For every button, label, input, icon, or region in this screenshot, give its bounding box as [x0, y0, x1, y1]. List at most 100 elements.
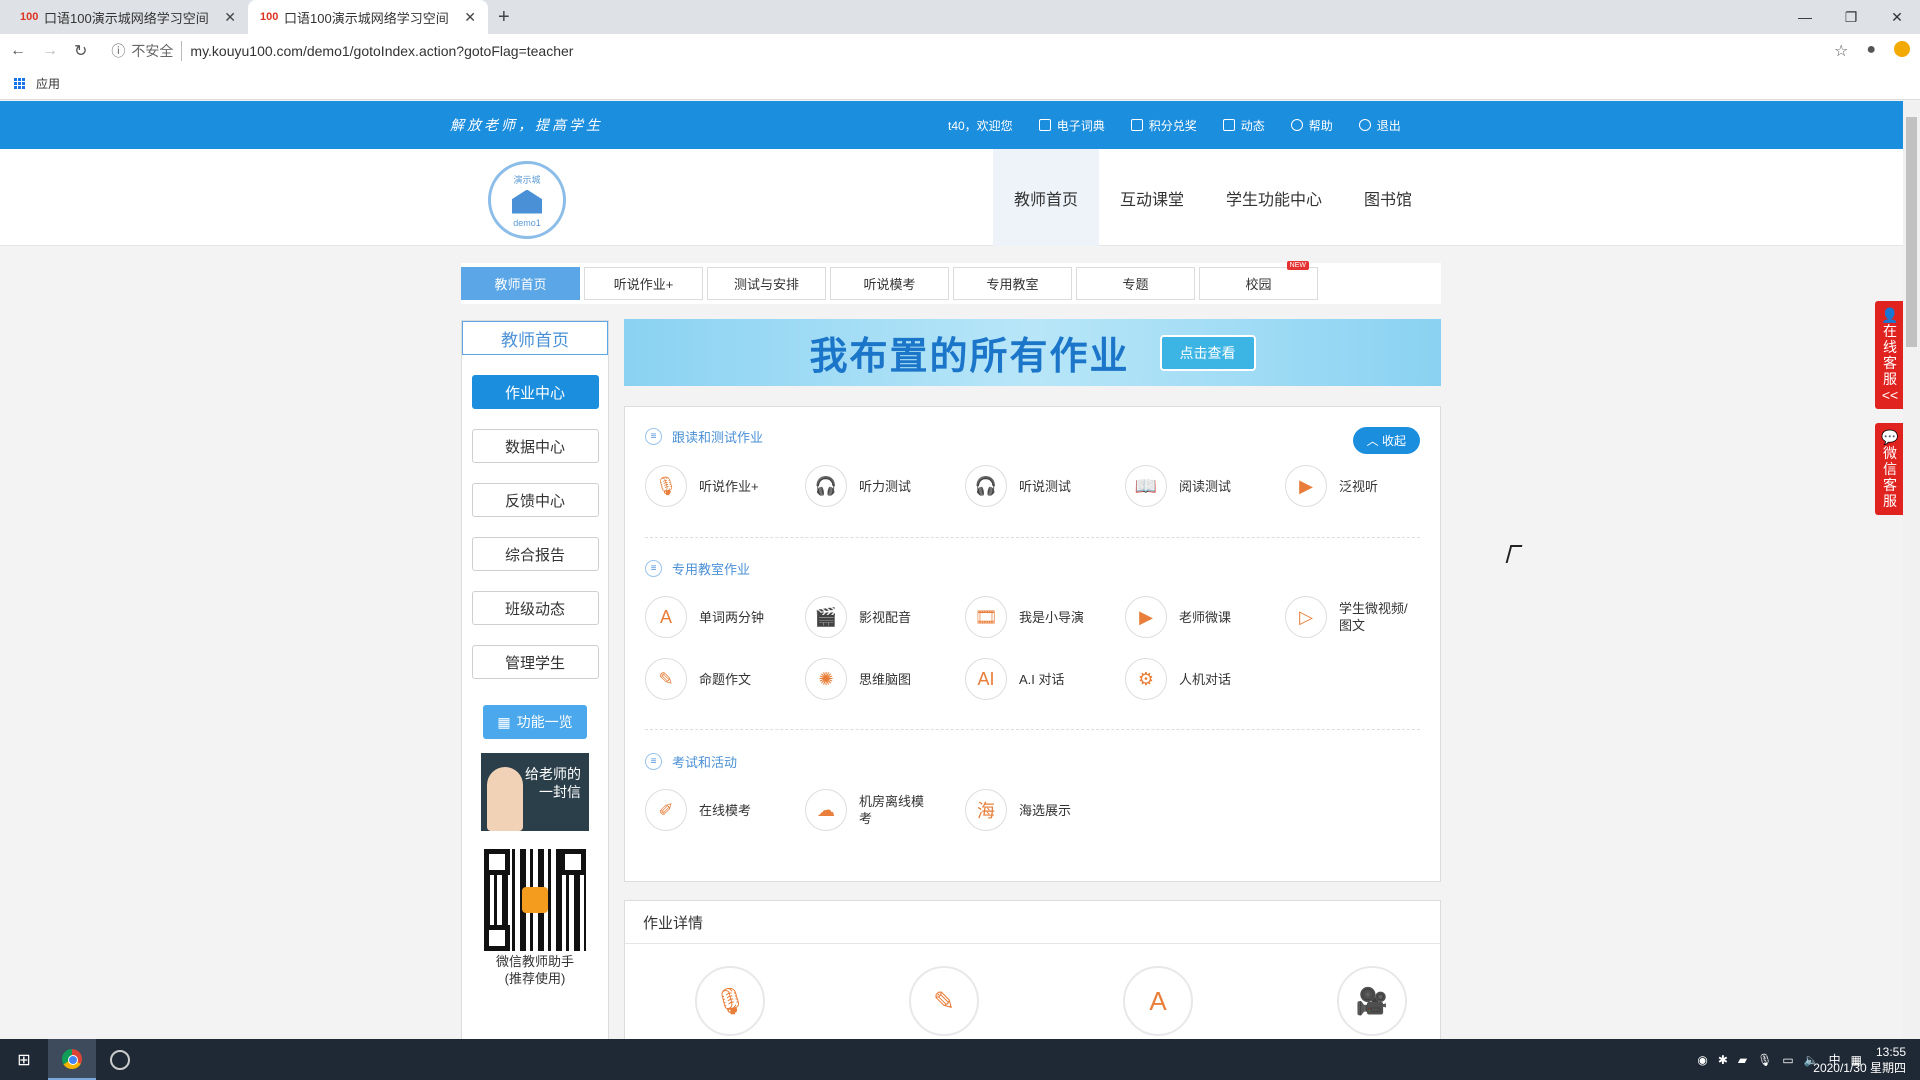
- item-composition[interactable]: ✎ 命题作文: [645, 658, 805, 700]
- school-logo[interactable]: 演示城 demo1: [488, 161, 566, 239]
- sidebar-manage-students[interactable]: 管理学生: [471, 645, 599, 679]
- qr-caption: 微信教师助手 (推荐使用): [495, 954, 574, 986]
- function-overview-button[interactable]: ▦ 功能一览: [483, 705, 587, 739]
- item-listening-test[interactable]: 🎧 听力测试: [805, 465, 965, 507]
- browser-tab-2[interactable]: 100 口语100演示城网络学习空间 ✕: [248, 0, 488, 34]
- new-tab-button[interactable]: +: [498, 6, 510, 29]
- taskbar-obs[interactable]: [96, 1039, 144, 1080]
- section-header: ≡ 考试和活动: [645, 752, 737, 771]
- apps-grid-icon[interactable]: [14, 77, 26, 90]
- scroll-thumb[interactable]: [1906, 117, 1917, 347]
- banner-view-button[interactable]: 点击查看: [1159, 334, 1256, 371]
- function-overview-label: 功能一览: [516, 714, 573, 730]
- collapse-button[interactable]: ︿ 收起: [1352, 427, 1420, 454]
- item-robot-dialogue[interactable]: ⚙ 人机对话: [1125, 658, 1285, 700]
- headset-icon: 🎧: [965, 465, 1007, 507]
- minimize-button[interactable]: —: [1782, 0, 1828, 34]
- item-director[interactable]: 🎞 我是小导演: [965, 596, 1125, 638]
- school-building-icon: [512, 189, 542, 214]
- dictionary-link[interactable]: 电子词典: [1038, 117, 1105, 134]
- reload-icon[interactable]: ↻: [74, 41, 87, 61]
- sidebar-class-news[interactable]: 班级动态: [471, 591, 599, 625]
- nvidia-icon[interactable]: ▰: [1738, 1053, 1747, 1067]
- nav-teacher-home[interactable]: 教师首页: [993, 149, 1100, 246]
- letter-a-icon[interactable]: A: [1123, 966, 1193, 1036]
- item-word-two-minutes[interactable]: A 单词两分钟: [645, 596, 805, 638]
- wechat-service-button[interactable]: 💬 微信客服: [1875, 423, 1905, 515]
- item-reading-test[interactable]: 📖 阅读测试: [1125, 465, 1285, 507]
- homework-row: ✎ 命题作文 ✺ 思维脑图 AI A.I 对话 ⚙ 人机对话: [645, 658, 1285, 700]
- letter-to-teacher-banner[interactable]: 给老师的一封信: [481, 753, 589, 831]
- security-label: 不安全: [131, 41, 183, 61]
- tab-mock-exam[interactable]: 听说模考: [830, 267, 949, 300]
- nav-interactive-class[interactable]: 互动课堂: [1099, 149, 1205, 246]
- bluetooth-icon[interactable]: ✱: [1718, 1053, 1728, 1067]
- network-icon[interactable]: ▭: [1782, 1053, 1793, 1067]
- online-service-button[interactable]: 👤 在线客服 <<: [1875, 301, 1905, 409]
- system-clock[interactable]: 13:55 2020/1/30 星期四: [1813, 1044, 1906, 1076]
- microphone-tray-icon[interactable]: 🎙: [1757, 1053, 1772, 1067]
- omnibox[interactable]: ⓘ 不安全 my.kouyu100.com/demo1/gotoIndex.ac…: [111, 41, 573, 61]
- url-text[interactable]: my.kouyu100.com/demo1/gotoIndex.action?g…: [190, 43, 573, 59]
- news-link[interactable]: 动态: [1222, 117, 1265, 134]
- all-homework-banner[interactable]: 我布置的所有作业 点击查看: [624, 319, 1441, 386]
- edit-icon[interactable]: ✎: [909, 966, 979, 1036]
- microphone-icon[interactable]: 🎙: [695, 966, 765, 1036]
- section-header: ≡ 专用教室作业: [645, 559, 750, 578]
- microphone-icon: 🎙: [645, 465, 687, 507]
- sidebar-homework-center[interactable]: 作业中心: [471, 375, 599, 409]
- tab-tests[interactable]: 测试与安排: [707, 267, 826, 300]
- browser-tab-1[interactable]: 100 口语100演示城网络学习空间 ✕: [8, 0, 248, 34]
- tray-app-icon[interactable]: ◉: [1697, 1053, 1707, 1067]
- sidebar-report[interactable]: 综合报告: [471, 537, 599, 571]
- item-speaking-test[interactable]: 🎧 听说测试: [965, 465, 1125, 507]
- bookmark-apps[interactable]: 应用: [36, 75, 60, 92]
- details-title: 作业详情: [625, 901, 1440, 944]
- item-student-video[interactable]: ▷ 学生微视频/图文: [1285, 596, 1445, 638]
- item-online-exam[interactable]: ✐ 在线模考: [645, 789, 805, 831]
- window-controls: — ❐ ✕: [1782, 0, 1920, 34]
- item-speaking-homework[interactable]: 🎙 听说作业+: [645, 465, 805, 507]
- item-offline-exam[interactable]: ☁ 机房离线模考: [805, 789, 965, 831]
- info-icon[interactable]: ⓘ: [111, 41, 125, 61]
- online-service-label: 在线客服: [1883, 323, 1897, 387]
- item-viewing[interactable]: ▶ 泛视听: [1285, 465, 1445, 507]
- page-scrollbar[interactable]: [1903, 101, 1920, 1039]
- tab-speaking-homework[interactable]: 听说作业+: [584, 267, 703, 300]
- close-window-button[interactable]: ✕: [1874, 0, 1920, 34]
- extension-icon[interactable]: [1894, 41, 1910, 57]
- item-dubbing[interactable]: 🎬 影视配音: [805, 596, 965, 638]
- profile-icon[interactable]: ●: [1866, 41, 1876, 61]
- logout-link[interactable]: 退出: [1358, 117, 1401, 134]
- nav-library[interactable]: 图书馆: [1343, 149, 1433, 246]
- tab-classroom[interactable]: 专用教室: [953, 267, 1072, 300]
- tab-close-icon[interactable]: ✕: [224, 9, 236, 26]
- item-micro-lesson[interactable]: ▶ 老师微课: [1125, 596, 1285, 638]
- new-badge: NEW: [1286, 261, 1309, 270]
- sidebar-feedback-center[interactable]: 反馈中心: [471, 483, 599, 517]
- windows-start-icon[interactable]: ⊞: [0, 1039, 48, 1080]
- tab-close-icon[interactable]: ✕: [464, 9, 476, 26]
- item-mind-map[interactable]: ✺ 思维脑图: [805, 658, 965, 700]
- forward-icon[interactable]: →: [42, 42, 58, 60]
- help-link[interactable]: 帮助: [1290, 117, 1333, 134]
- letter-a-icon: A: [645, 596, 687, 638]
- list-icon: ≡: [645, 428, 662, 445]
- power-icon: [1358, 119, 1371, 131]
- video-camera-icon[interactable]: 🎥: [1337, 966, 1407, 1036]
- teacher-illustration: [487, 767, 523, 831]
- item-ai-dialogue[interactable]: AI A.I 对话: [965, 658, 1125, 700]
- back-icon[interactable]: ←: [10, 42, 26, 60]
- points-link[interactable]: 积分兑奖: [1130, 117, 1197, 134]
- clock-date: 2020/1/30 星期四: [1813, 1060, 1906, 1075]
- sidebar-data-center[interactable]: 数据中心: [471, 429, 599, 463]
- tab-campus[interactable]: 校园 NEW: [1199, 261, 1318, 300]
- item-showcase[interactable]: 海海选展示: [965, 789, 1125, 831]
- tab-teacher-home[interactable]: 教师首页: [461, 267, 580, 300]
- tab-topics[interactable]: 专题: [1076, 267, 1195, 300]
- maximize-button[interactable]: ❐: [1828, 0, 1874, 34]
- bookmark-star-icon[interactable]: ☆: [1834, 41, 1848, 61]
- section-title: 考试和活动: [672, 755, 738, 770]
- taskbar-chrome[interactable]: [48, 1039, 96, 1080]
- nav-student-center[interactable]: 学生功能中心: [1205, 149, 1343, 246]
